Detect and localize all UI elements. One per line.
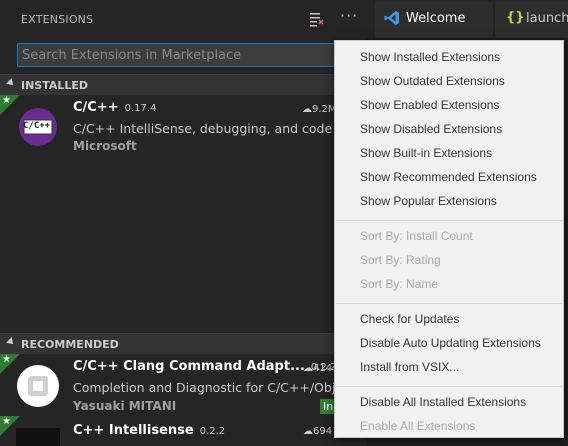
clang-logo-icon xyxy=(17,365,59,407)
menu-item-sort-by-name: Sort By: Name xyxy=(360,277,439,291)
extension-publisher: Yasuaki MITANI xyxy=(73,399,177,413)
extension-version: 0.17.4 xyxy=(124,103,157,114)
section-label: RECOMMENDED xyxy=(21,338,119,351)
cpp-logo-text: C/C++ xyxy=(23,121,51,131)
cloud-download-icon: ☁ xyxy=(303,363,313,374)
star-icon: ★ xyxy=(2,95,11,106)
menu-item-show-enabled-extensions[interactable]: Show Enabled Extensions xyxy=(360,98,499,112)
downloads-count: ☁9.2M xyxy=(302,104,337,115)
extension-version: 0.2.2 xyxy=(199,426,226,437)
context-menu: Show Installed Extensions Show Outdated E… xyxy=(334,40,564,438)
menu-item-show-outdated-extensions[interactable]: Show Outdated Extensions xyxy=(360,74,505,88)
menu-item-show-recommended-extensions[interactable]: Show Recommended Extensions xyxy=(360,170,537,184)
clear-extensions-icon[interactable] xyxy=(310,11,324,27)
ellipsis-icon[interactable]: ··· xyxy=(340,8,358,24)
menu-separator xyxy=(336,220,562,221)
menu-separator xyxy=(336,386,562,387)
menu-item-sort-by-rating: Sort By: Rating xyxy=(360,253,441,267)
json-braces-icon: {} xyxy=(506,10,525,25)
extension-name-label: C/C++ xyxy=(73,100,119,115)
vscode-icon xyxy=(384,11,399,25)
section-label: INSTALLED xyxy=(21,79,89,92)
extension-item[interactable]: ★ C/C++ Clang Command Adapt... 0.2.2 ☁414… xyxy=(0,354,366,416)
section-header-installed[interactable]: INSTALLED xyxy=(0,74,366,95)
star-icon: ★ xyxy=(2,354,11,365)
sidebar-title: EXTENSIONS xyxy=(21,13,94,26)
extension-item[interactable]: ★ C/C++ C/C++ 0.17.4 ☁9.2M C/C++ IntelliS… xyxy=(0,95,366,165)
cloud-download-icon: ☁ xyxy=(303,426,313,437)
extension-name-label: C++ Intellisense xyxy=(73,423,194,438)
cloud-download-icon: ☁ xyxy=(302,104,312,115)
tab-launch-label: launch. xyxy=(526,11,568,26)
menu-item-disable-all-installed-extensions[interactable]: Disable All Installed Extensions xyxy=(360,395,526,409)
extension-description: Completion and Diagnostic for C/C++/Obje… xyxy=(73,380,355,395)
menu-item-disable-auto-updating-extensions[interactable]: Disable Auto Updating Extensions xyxy=(360,336,541,350)
menu-item-show-popular-extensions[interactable]: Show Popular Extensions xyxy=(360,194,497,208)
menu-item-check-for-updates[interactable]: Check for Updates xyxy=(360,312,459,326)
extension-logo xyxy=(16,428,60,446)
chevron-down-icon xyxy=(6,337,16,347)
star-icon: ★ xyxy=(2,416,11,427)
menu-item-install-from-vsix[interactable]: Install from VSIX... xyxy=(360,360,459,374)
menu-item-enable-all-extensions: Enable All Extensions xyxy=(360,419,476,433)
section-header-recommended[interactable]: RECOMMENDED xyxy=(0,333,366,354)
menu-item-show-built-in-extensions[interactable]: Show Built-in Extensions xyxy=(360,146,492,160)
extension-item[interactable]: ★ C++ Intellisense 0.2.2 ☁694 xyxy=(0,416,366,446)
extension-name: C++ Intellisense 0.2.2 xyxy=(73,423,225,438)
extension-publisher: Microsoft xyxy=(73,139,137,153)
menu-item-sort-by-install-count: Sort By: Install Count xyxy=(360,229,473,243)
downloads-count: ☁694 xyxy=(303,426,333,437)
tab-welcome-label: Welcome xyxy=(406,11,466,26)
menu-item-show-installed-extensions[interactable]: Show Installed Extensions xyxy=(360,50,500,64)
extension-name-label: C/C++ Clang Command Adapt... xyxy=(73,359,305,374)
downloads-count: ☁414 xyxy=(303,363,333,374)
chevron-down-icon xyxy=(6,78,16,88)
menu-separator xyxy=(336,303,562,304)
extension-name: C/C++ 0.17.4 xyxy=(73,100,156,115)
extension-name: C/C++ Clang Command Adapt... 0.2.2 xyxy=(73,359,336,374)
menu-item-show-disabled-extensions[interactable]: Show Disabled Extensions xyxy=(360,122,502,136)
extension-description: C/C++ IntelliSense, debugging, and code … xyxy=(73,121,357,136)
search-input[interactable] xyxy=(17,43,347,67)
